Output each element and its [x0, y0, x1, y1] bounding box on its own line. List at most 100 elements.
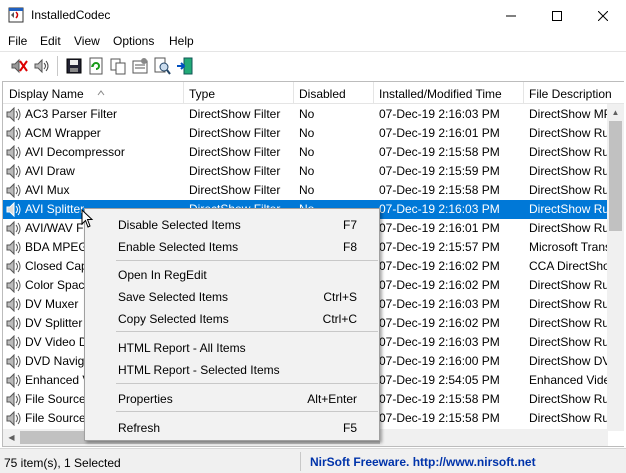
column-header-type[interactable]: Type [189, 87, 215, 101]
context-item-html-report-selected-items[interactable]: HTML Report - Selected Items [87, 358, 377, 380]
context-item-save-selected-items[interactable]: Save Selected Items Ctrl+S [87, 285, 377, 307]
context-item-refresh[interactable]: Refresh F5 [87, 416, 377, 438]
cell-description: DirectShow Ru [529, 221, 609, 235]
cell-type: DirectShow Filter [189, 183, 281, 197]
close-button[interactable] [580, 0, 626, 31]
cell-disabled: No [299, 126, 315, 140]
speaker-icon [6, 316, 21, 331]
context-item-label: HTML Report - All Items [118, 341, 246, 355]
menu-edit[interactable]: Edit [40, 34, 61, 48]
cell-time: 07-Dec-19 2:16:03 PM [379, 297, 500, 311]
cell-description: DirectShow Ru [529, 335, 609, 349]
cell-description: CCA DirectSho [529, 259, 609, 273]
cell-display-name: AVI Mux [25, 183, 70, 197]
cell-time: 07-Dec-19 2:15:58 PM [379, 145, 500, 159]
column-header-disabled[interactable]: Disabled [299, 87, 346, 101]
table-row[interactable]: ACM Wrapper DirectShow Filter No 07-Dec-19 … [3, 124, 609, 143]
speaker-icon [6, 297, 21, 312]
cell-time: 07-Dec-19 2:54:05 PM [379, 373, 500, 387]
context-item-shortcut: Ctrl+S [323, 290, 357, 304]
cell-description: DirectShow MP [529, 107, 609, 121]
speaker-icon [6, 278, 21, 293]
scroll-left-icon[interactable]: ◀ [3, 429, 20, 446]
cell-description: DirectShow Ru [529, 316, 609, 330]
column-header-display-name[interactable]: Display Name [9, 87, 84, 101]
cell-time: 07-Dec-19 2:15:58 PM [379, 183, 500, 197]
menu-options[interactable]: Options [113, 34, 154, 48]
table-row[interactable]: AVI Draw DirectShow Filter No 07-Dec-19 2:1… [3, 162, 609, 181]
context-item-properties[interactable]: Properties Alt+Enter [87, 387, 377, 409]
minimize-button[interactable] [488, 0, 534, 31]
cell-display-name: AVI Draw [25, 164, 75, 178]
maximize-button[interactable] [534, 0, 580, 31]
cell-time: 07-Dec-19 2:16:02 PM [379, 278, 500, 292]
context-item-open-in-regedit[interactable]: Open In RegEdit [87, 263, 377, 285]
table-row[interactable]: AVI Decompressor DirectShow Filter No 07-De… [3, 143, 609, 162]
disable-icon[interactable] [10, 57, 28, 75]
speaker-icon [6, 183, 21, 198]
column-divider[interactable] [373, 82, 374, 104]
speaker-icon [6, 221, 21, 236]
cell-description: Enhanced Vide [529, 373, 609, 387]
cell-time: 07-Dec-19 2:16:00 PM [379, 354, 500, 368]
menu-separator [116, 331, 378, 332]
speaker-icon [6, 373, 21, 388]
column-header-time[interactable]: Installed/Modified Time [379, 87, 502, 101]
column-header-description[interactable]: File Description [529, 87, 612, 101]
menu-bar: File Edit View Options Help [0, 31, 626, 51]
column-divider[interactable] [183, 82, 184, 104]
list-header: Display Name Type Disabled Installed/Mod… [3, 82, 624, 104]
context-item-html-report-all-items[interactable]: HTML Report - All Items [87, 336, 377, 358]
cell-description: Microsoft Trans [529, 240, 609, 254]
properties-icon[interactable] [131, 57, 149, 75]
cell-display-name: ACM Wrapper [25, 126, 101, 140]
save-icon[interactable] [65, 57, 83, 75]
cell-disabled: No [299, 145, 315, 159]
exit-icon[interactable] [176, 57, 194, 75]
scroll-up-icon[interactable]: ▲ [607, 104, 624, 121]
menu-help[interactable]: Help [169, 34, 194, 48]
enable-icon[interactable] [33, 57, 51, 75]
refresh-icon[interactable] [87, 57, 105, 75]
column-divider[interactable] [523, 82, 524, 104]
context-item-copy-selected-items[interactable]: Copy Selected Items Ctrl+C [87, 307, 377, 329]
cell-description: DirectShow Ru [529, 183, 609, 197]
table-row[interactable]: AC3 Parser Filter DirectShow Filter No 07-D… [3, 105, 609, 124]
toolbar [0, 51, 626, 79]
context-menu: Disable Selected Items F7 Enable Selected … [84, 208, 380, 441]
vertical-scroll-thumb[interactable] [609, 121, 622, 231]
cell-type: DirectShow Filter [189, 164, 281, 178]
menu-file[interactable]: File [8, 34, 27, 48]
column-divider[interactable] [293, 82, 294, 104]
context-item-disable-selected-items[interactable]: Disable Selected Items F7 [87, 213, 377, 235]
cell-description: DirectShow Ru [529, 392, 609, 406]
cell-description: DirectShow Ru [529, 278, 609, 292]
status-bar: 75 item(s), 1 Selected NirSoft Freeware.… [0, 448, 626, 473]
cell-time: 07-Dec-19 2:16:02 PM [379, 259, 500, 273]
cell-time: 07-Dec-19 2:15:59 PM [379, 164, 500, 178]
vertical-scrollbar[interactable]: ▲ [607, 104, 624, 431]
cell-description: DirectShow Ru [529, 202, 609, 216]
cell-description: DirectShow Ru [529, 145, 609, 159]
menu-view[interactable]: View [74, 34, 100, 48]
cell-time: 07-Dec-19 2:15:58 PM [379, 392, 500, 406]
cell-time: 07-Dec-19 2:16:02 PM [379, 316, 500, 330]
find-icon[interactable] [153, 57, 171, 75]
toolbar-separator [57, 56, 58, 76]
copy-icon[interactable] [109, 57, 127, 75]
context-item-label: Copy Selected Items [118, 312, 229, 326]
speaker-icon [6, 392, 21, 407]
nirsoft-link[interactable]: NirSoft Freeware. http://www.nirsoft.net [310, 455, 536, 469]
cell-time: 07-Dec-19 2:16:03 PM [379, 107, 500, 121]
menu-separator [116, 260, 378, 261]
status-count: 75 item(s), 1 Selected [4, 456, 121, 470]
context-item-label: Disable Selected Items [118, 218, 241, 232]
menu-separator [116, 383, 378, 384]
menu-separator [116, 411, 378, 412]
app-icon [8, 7, 24, 23]
context-item-enable-selected-items[interactable]: Enable Selected Items F8 [87, 235, 377, 257]
context-item-label: Enable Selected Items [118, 240, 239, 254]
speaker-icon [6, 126, 21, 141]
cell-time: 07-Dec-19 2:15:58 PM [379, 411, 500, 425]
table-row[interactable]: AVI Mux DirectShow Filter No 07-Dec-19 2:15… [3, 181, 609, 200]
